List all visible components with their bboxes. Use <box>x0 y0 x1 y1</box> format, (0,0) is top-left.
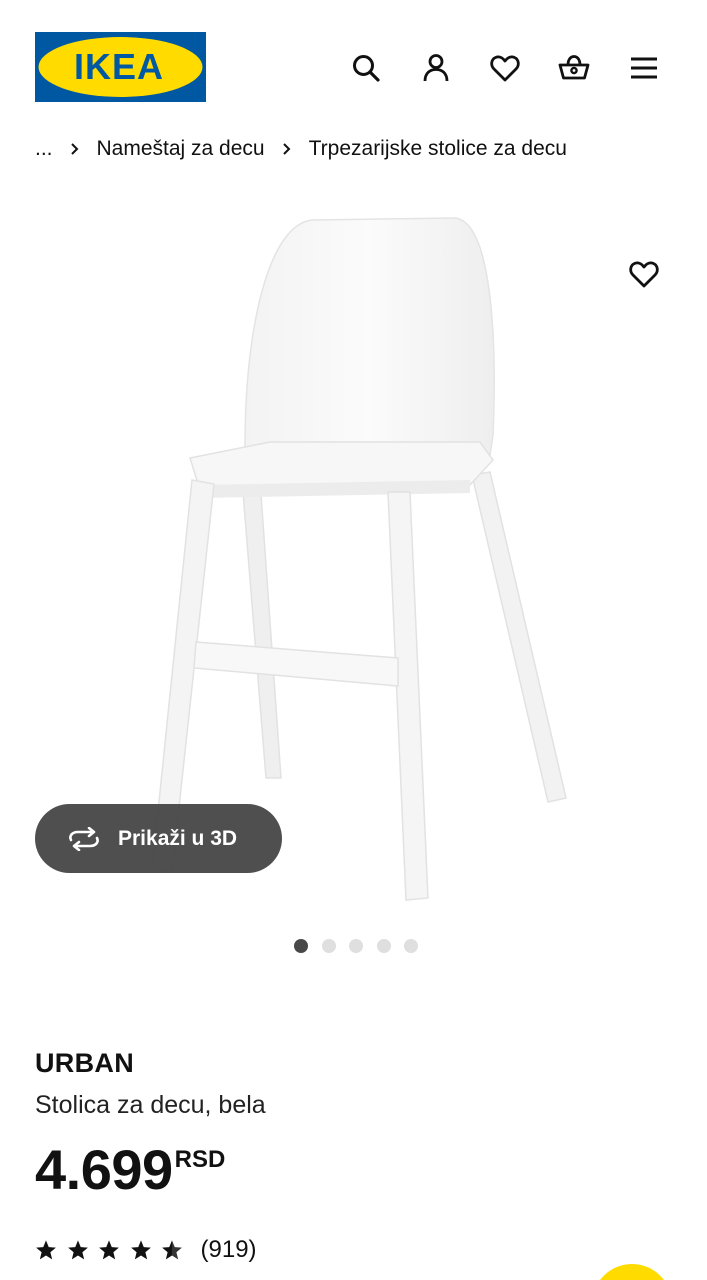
chevron-right-icon <box>68 142 82 156</box>
ikea-logo[interactable]: IKEA <box>35 32 206 102</box>
svg-text:IKEA: IKEA <box>74 46 164 87</box>
search-icon <box>353 55 380 82</box>
breadcrumb: ... Nameštaj za decu Trpezarijske stolic… <box>35 134 567 164</box>
favourites-button[interactable] <box>485 48 525 88</box>
account-button[interactable] <box>416 48 456 88</box>
chevron-right-icon <box>280 142 294 156</box>
gallery-pagination <box>294 939 432 953</box>
site-header: IKEA <box>0 0 707 120</box>
price-amount: 4.699 <box>35 1138 173 1201</box>
gallery-dot-3[interactable] <box>349 939 363 953</box>
breadcrumb-item-children-furniture[interactable]: Nameštaj za decu <box>97 137 265 161</box>
gallery-dot-2[interactable] <box>321 939 336 953</box>
basket-button[interactable] <box>554 48 594 88</box>
menu-button[interactable] <box>624 48 664 88</box>
product-description: Stolica za decu, bela <box>35 1091 266 1119</box>
breadcrumb-item-more[interactable]: ... <box>35 137 53 161</box>
add-to-favourites-button[interactable] <box>624 254 664 294</box>
breadcrumb-item-highchairs[interactable]: Trpezarijske stolice za decu <box>309 137 567 161</box>
heart-icon <box>490 55 520 82</box>
review-count: (919) <box>200 1236 257 1263</box>
star-half-icon <box>162 1240 182 1260</box>
price-currency: RSD <box>174 1146 226 1173</box>
rotate-3d-icon <box>69 826 99 851</box>
user-icon <box>423 54 449 82</box>
menu-icon <box>631 57 657 79</box>
view-in-3d-label: Prikaži u 3D <box>118 826 238 850</box>
search-button[interactable] <box>346 48 386 88</box>
star-icon <box>99 1240 119 1260</box>
heart-icon <box>629 261 659 288</box>
gallery-dot-1[interactable] <box>294 939 308 953</box>
basket-icon <box>558 55 590 80</box>
product-price: 4.699 RSD <box>35 1140 225 1200</box>
star-icon <box>130 1240 151 1260</box>
product-rating[interactable]: (919) <box>35 1234 257 1266</box>
rating-stars <box>35 1239 193 1261</box>
gallery-dot-4[interactable] <box>376 939 391 953</box>
star-icon <box>67 1240 88 1260</box>
view-in-3d-button[interactable]: Prikaži u 3D <box>35 804 282 873</box>
product-name: URBAN <box>35 1048 134 1078</box>
star-icon <box>36 1240 56 1260</box>
gallery-dot-5[interactable] <box>404 939 418 953</box>
ikea-logo-mark: IKEA <box>35 32 206 102</box>
floating-action-button[interactable] <box>592 1264 672 1280</box>
